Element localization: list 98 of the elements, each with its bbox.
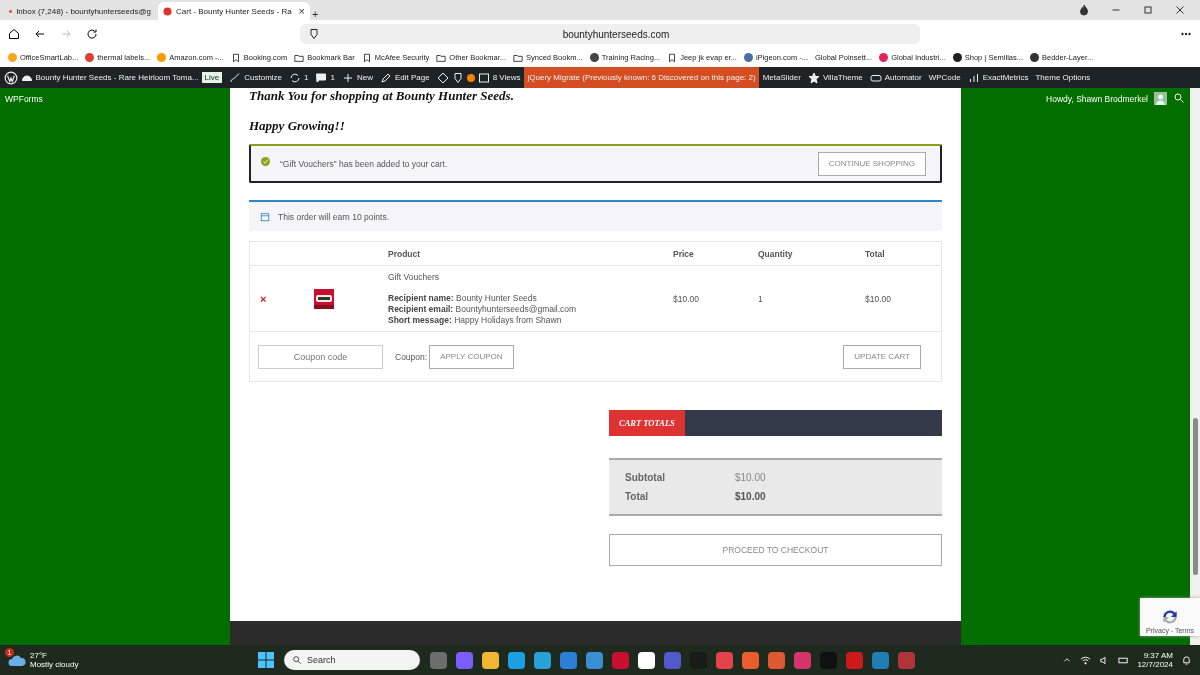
back-icon[interactable] — [34, 28, 46, 40]
site-icon — [163, 6, 172, 16]
admin-bar-item[interactable]: 1 — [285, 67, 312, 88]
checkout-button[interactable]: PROCEED TO CHECKOUT — [609, 534, 942, 566]
site-icon — [879, 53, 889, 62]
totals-label: Total — [625, 491, 650, 502]
site-icon — [589, 53, 599, 62]
cloud-icon — [8, 653, 26, 667]
clock-time[interactable]: 9:37 AM — [1143, 651, 1173, 660]
weather-text: Mostly cloudy — [30, 660, 79, 669]
live-badge: Live — [201, 72, 223, 83]
reload-icon[interactable] — [86, 28, 98, 40]
remove-button[interactable]: × — [250, 292, 300, 305]
admin-bar-item[interactable]: Customize — [225, 67, 286, 88]
admin-bar-item[interactable]: WPCode — [925, 67, 965, 88]
total-cell-text: $10.00 — [865, 293, 892, 304]
totals-label: Subtotal — [625, 472, 666, 483]
search-icon — [292, 655, 302, 665]
shield-icon — [308, 28, 320, 40]
status-dot-icon — [466, 73, 475, 82]
bell-icon[interactable] — [1181, 654, 1192, 666]
star-icon[interactable] — [807, 71, 820, 84]
clock-date[interactable]: 12/7/2024 — [1137, 660, 1173, 669]
refresh-icon[interactable] — [289, 71, 302, 84]
update-cart-button[interactable]: UPDATE CART — [843, 344, 921, 369]
browser-tab[interactable]: Inbox (7,248) - bountyhunterseeds@g — [4, 2, 156, 20]
wordpress-logo-icon[interactable] — [3, 70, 18, 85]
shield-icon[interactable] — [451, 71, 464, 84]
totals-value: $10.00 — [735, 491, 766, 502]
product-name[interactable]: Gift Vouchers — [388, 272, 673, 282]
comment-icon[interactable] — [315, 71, 328, 84]
product-detail: Recipient name: Bounty Hunter Seeds — [388, 293, 538, 303]
coupon-field[interactable]: Coupon code — [258, 344, 383, 369]
totals-value: $10.00 — [735, 472, 766, 483]
taskbar-search-field[interactable]: Search — [284, 650, 420, 670]
temperature-text: 27°F — [30, 651, 48, 660]
search-icon[interactable] — [1173, 92, 1185, 104]
windows-start-icon[interactable] — [258, 652, 274, 668]
admin-bar-item[interactable]: Edit Page — [376, 67, 434, 88]
browser-tab[interactable]: Cart - Bounty Hunter Seeds - Ra × — [158, 2, 310, 20]
site-icon — [1030, 53, 1039, 62]
app-icon[interactable] — [482, 651, 499, 669]
site-icon — [952, 53, 962, 62]
greeting-link[interactable]: Howdy, Shawn Brodmerkel — [1046, 92, 1148, 104]
close-tab-button[interactable]: × — [298, 5, 305, 17]
app-icon[interactable] — [638, 651, 655, 669]
bar-chart-icon[interactable] — [967, 71, 980, 84]
admin-bar-item[interactable]: Bounty Hunter Seeds - Rare Heirloom Toma... Live — [0, 67, 226, 88]
admin-menu-item[interactable]: WPForms — [5, 92, 43, 104]
close-icon[interactable] — [1174, 4, 1186, 16]
pencil-icon[interactable] — [379, 71, 392, 84]
avatar-icon — [1154, 92, 1167, 105]
wifi-icon[interactable] — [1080, 654, 1092, 666]
admin-bar-item[interactable]: 8 Views — [433, 67, 525, 88]
column-header: Total — [865, 248, 886, 259]
admin-bar-item[interactable]: New — [338, 67, 377, 88]
happy-growing-text: Happy Growing!! — [249, 118, 346, 134]
cart-totals-title: CART TOTALS — [609, 410, 685, 436]
folder-icon — [294, 52, 305, 63]
admin-bar-item[interactable]: Theme Options — [1032, 67, 1094, 88]
continue-shopping-button[interactable]: CONTINUE SHOPPING — [817, 151, 926, 176]
product-detail: Short message: Happy Holidays from Shawn — [388, 315, 563, 325]
brush-icon[interactable] — [229, 71, 242, 84]
maximize-icon[interactable] — [1142, 4, 1154, 16]
notice-text: “Gift Vouchers” has been added to your cart. — [280, 158, 449, 169]
price-cell-text: $10.00 — [673, 293, 700, 304]
points-text: This order will earn 10 points. — [278, 211, 390, 222]
admin-bar-item[interactable]: 1 — [312, 67, 339, 88]
check-circle-icon — [261, 157, 270, 166]
thank-you-text: Thank You for shopping at Bounty Hunter Seeds. — [249, 88, 515, 104]
admin-bar-item[interactable]: ExactMetrics — [964, 67, 1032, 88]
flame-icon[interactable] — [1078, 4, 1090, 16]
calendar-icon — [260, 211, 270, 222]
admin-bar-item[interactable]: Automator — [866, 67, 926, 88]
site-icon — [743, 53, 753, 62]
plus-icon[interactable] — [341, 71, 354, 84]
site-icon — [8, 53, 17, 62]
folder-icon — [436, 52, 447, 63]
site-icon — [85, 53, 95, 62]
bookmark-icon — [230, 52, 241, 63]
site-icon — [157, 53, 167, 62]
diamond-icon[interactable] — [436, 71, 449, 84]
admin-bar-item[interactable]: VillaTheme — [804, 67, 867, 88]
bookmark-icon — [361, 52, 372, 63]
apply-coupon-button[interactable]: APPLY COUPON — [429, 344, 514, 369]
column-header: Quantity — [758, 248, 794, 259]
coupon-label: Coupon: — [395, 351, 428, 362]
address-bar[interactable]: bountyhunterseeds.com — [300, 24, 920, 44]
bookmark-icon — [667, 52, 678, 63]
quantity-cell-text: 1 — [758, 293, 764, 304]
home-icon[interactable] — [8, 28, 20, 40]
column-header: Price — [673, 248, 695, 259]
folder-icon — [513, 52, 523, 63]
admin-bar-item[interactable]: jQuery Migrate (Previously known: 6 Discovered on this page: 2) — [524, 67, 760, 88]
product-detail: Recipient email: Bountyhunterseeds@gmail.com — [388, 304, 578, 314]
new-tab-button[interactable]: + — [312, 8, 319, 20]
column-header: Product — [388, 248, 422, 259]
admin-bar-item[interactable]: MetaSlider — [759, 67, 805, 88]
